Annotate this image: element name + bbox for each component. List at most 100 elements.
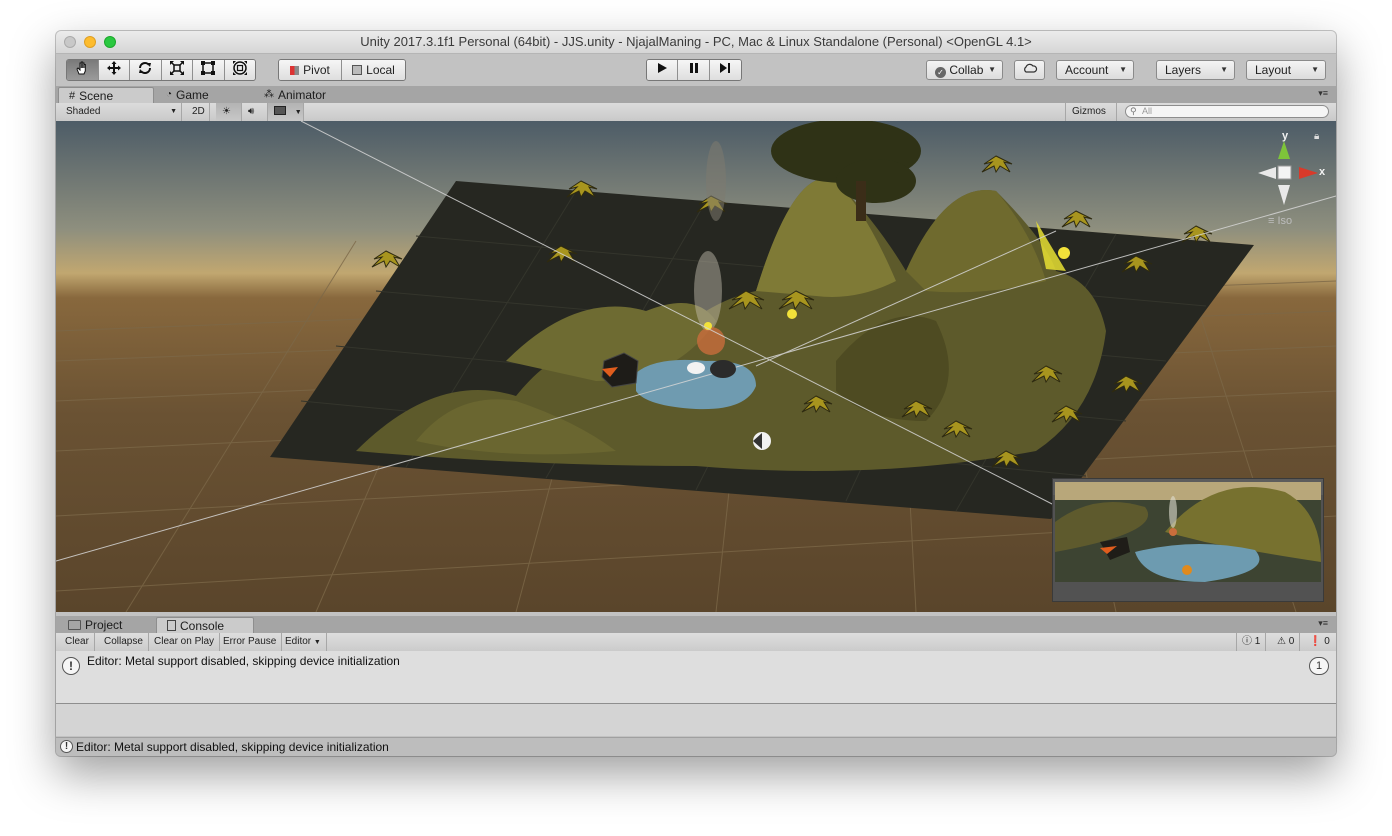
camera-preview-panel: Camera Preview xyxy=(1052,478,1324,602)
bottom-tabs: Project Console ▾≡ xyxy=(56,616,1336,633)
gizmos-dropdown[interactable]: Gizmos ▼ xyxy=(1065,103,1117,134)
folder-icon xyxy=(68,620,81,630)
tab-project[interactable]: Project xyxy=(58,617,154,633)
pivot-button[interactable]: Pivot xyxy=(279,60,343,80)
transform-tool-button[interactable] xyxy=(224,60,255,80)
speaker-icon: 🔊︎ xyxy=(248,106,255,117)
campfire xyxy=(697,327,725,355)
cloud-button[interactable] xyxy=(1014,60,1045,80)
account-dropdown[interactable]: Account ▼ xyxy=(1056,60,1134,80)
clear-button[interactable]: Clear xyxy=(60,633,95,651)
tab-menu-icon[interactable]: ▾≡ xyxy=(1318,618,1328,629)
tab-scene[interactable]: # Scene xyxy=(58,87,154,103)
chevron-down-icon: ▼ xyxy=(170,108,177,115)
clear-on-play-button[interactable]: Clear on Play xyxy=(149,633,221,651)
step-button[interactable] xyxy=(709,60,741,80)
pivot-icon xyxy=(290,65,300,75)
transform-icon xyxy=(232,60,248,80)
minimize-window-button[interactable] xyxy=(84,36,96,48)
camera-preview-image xyxy=(1055,482,1321,582)
audio-toggle[interactable]: 🔊︎ xyxy=(242,103,268,121)
scene-viewport[interactable]: y x 🔒︎ ≡ Iso Camera Preview xyxy=(56,121,1336,612)
message-count-badge: 1 xyxy=(1309,657,1329,675)
warning-filter-toggle[interactable]: ⚠ 0 xyxy=(1272,633,1301,651)
tab-menu-icon[interactable]: ▾≡ xyxy=(1318,88,1328,99)
lock-icon[interactable]: 🔒︎ xyxy=(1314,131,1319,142)
step-icon xyxy=(719,60,731,80)
scale-tool-button[interactable] xyxy=(161,60,193,80)
chevron-down-icon: ▼ xyxy=(1119,65,1127,74)
chevron-down-icon: ▼ xyxy=(1220,65,1228,74)
info-circle-icon: ! xyxy=(60,740,73,753)
move-arrows-icon xyxy=(106,60,122,80)
rect-icon xyxy=(200,60,216,80)
checkmark-icon: ✓ xyxy=(935,67,946,78)
tab-console[interactable]: Console xyxy=(156,617,254,633)
console-detail-pane[interactable] xyxy=(56,704,1336,736)
sun-icon: ☀ xyxy=(222,106,231,117)
smoke-column xyxy=(694,251,722,331)
transform-tools xyxy=(66,59,256,81)
hand-icon xyxy=(74,60,90,80)
log-filter-toggle[interactable]: ⓘ 1 xyxy=(1236,633,1267,651)
scale-icon xyxy=(169,60,185,80)
title-bar: Unity 2017.3.1f1 Personal (64bit) - JJS.… xyxy=(56,31,1336,54)
info-circle-icon: ! xyxy=(62,657,80,675)
play-icon xyxy=(656,60,668,80)
tab-animator[interactable]: ⁂ Animator xyxy=(254,87,364,103)
animator-icon: ⁂ xyxy=(264,89,274,100)
audio-source-icon xyxy=(753,432,771,450)
lighting-toggle[interactable]: ☀ xyxy=(216,103,242,121)
close-window-button[interactable] xyxy=(64,36,76,48)
console-icon xyxy=(167,620,176,631)
play-button[interactable] xyxy=(647,60,679,80)
hand-tool-button[interactable] xyxy=(67,60,99,80)
gizmo-y-label: y xyxy=(1282,130,1289,142)
orientation-gizmo[interactable] xyxy=(1258,141,1318,205)
local-button[interactable]: Local xyxy=(342,60,405,80)
console-message-row[interactable]: ! Editor: Metal support disabled, skippi… xyxy=(56,651,1336,681)
chevron-down-icon: ▼ xyxy=(988,65,996,74)
status-message: Editor: Metal support disabled, skipping… xyxy=(76,740,389,754)
effects-dropdown[interactable]: ▼ xyxy=(268,103,304,121)
playback-controls xyxy=(646,59,742,81)
console-toolbar: Clear Collapse Clear on Play Error Pause… xyxy=(56,633,1336,652)
editor-dropdown[interactable]: Editor ▼ xyxy=(280,633,327,651)
gizmo-x-label: x xyxy=(1319,166,1326,178)
move-tool-button[interactable] xyxy=(98,60,130,80)
scene-search-input[interactable]: ⚲ All xyxy=(1125,105,1329,118)
rotate-icon xyxy=(137,60,153,80)
pause-icon xyxy=(688,60,700,80)
local-cube-icon xyxy=(352,65,363,75)
layers-dropdown[interactable]: Layers ▼ xyxy=(1156,60,1235,80)
chevron-down-icon: ▼ xyxy=(313,639,321,646)
info-icon: ⓘ xyxy=(1242,636,1252,647)
maximize-window-button[interactable] xyxy=(104,36,116,48)
error-pause-button[interactable]: Error Pause xyxy=(218,633,283,651)
shading-mode-dropdown[interactable]: Shaded ▼ xyxy=(60,103,182,121)
main-toolbar: Pivot Local ✓ Collab ▼ Account ▼ Layers … xyxy=(56,54,1336,86)
smoke xyxy=(706,141,726,221)
projection-toggle[interactable]: ≡ Iso xyxy=(1268,215,1292,227)
layout-dropdown[interactable]: Layout ▼ xyxy=(1246,60,1326,80)
image-icon xyxy=(274,106,286,115)
tab-game[interactable]: ◔ Game xyxy=(156,87,252,103)
cloud-icon xyxy=(1022,63,1038,77)
chevron-down-icon: ▼ xyxy=(294,109,302,116)
error-filter-toggle[interactable]: ❗ 0 xyxy=(1304,633,1335,651)
pause-button[interactable] xyxy=(678,60,710,80)
window-title: Unity 2017.3.1f1 Personal (64bit) - JJS.… xyxy=(360,34,1032,49)
unity-editor-window: Unity 2017.3.1f1 Personal (64bit) - JJS.… xyxy=(56,31,1336,756)
pivot-local-toggles: Pivot Local xyxy=(278,59,406,81)
collapse-button[interactable]: Collapse xyxy=(99,633,149,651)
grid-icon: # xyxy=(69,89,76,102)
collab-dropdown[interactable]: ✓ Collab ▼ xyxy=(926,60,1003,80)
rotate-tool-button[interactable] xyxy=(130,60,162,80)
console-log-list[interactable]: ! Editor: Metal support disabled, skippi… xyxy=(56,651,1336,704)
menu-lines-icon: ≡ xyxy=(1268,215,1275,227)
warning-icon: ⚠ xyxy=(1277,636,1286,647)
error-icon: ❗ xyxy=(1309,636,1322,647)
rect-tool-button[interactable] xyxy=(193,60,225,80)
2d-toggle[interactable]: 2D xyxy=(186,103,210,121)
chevron-down-icon: ▼ xyxy=(1311,65,1319,74)
